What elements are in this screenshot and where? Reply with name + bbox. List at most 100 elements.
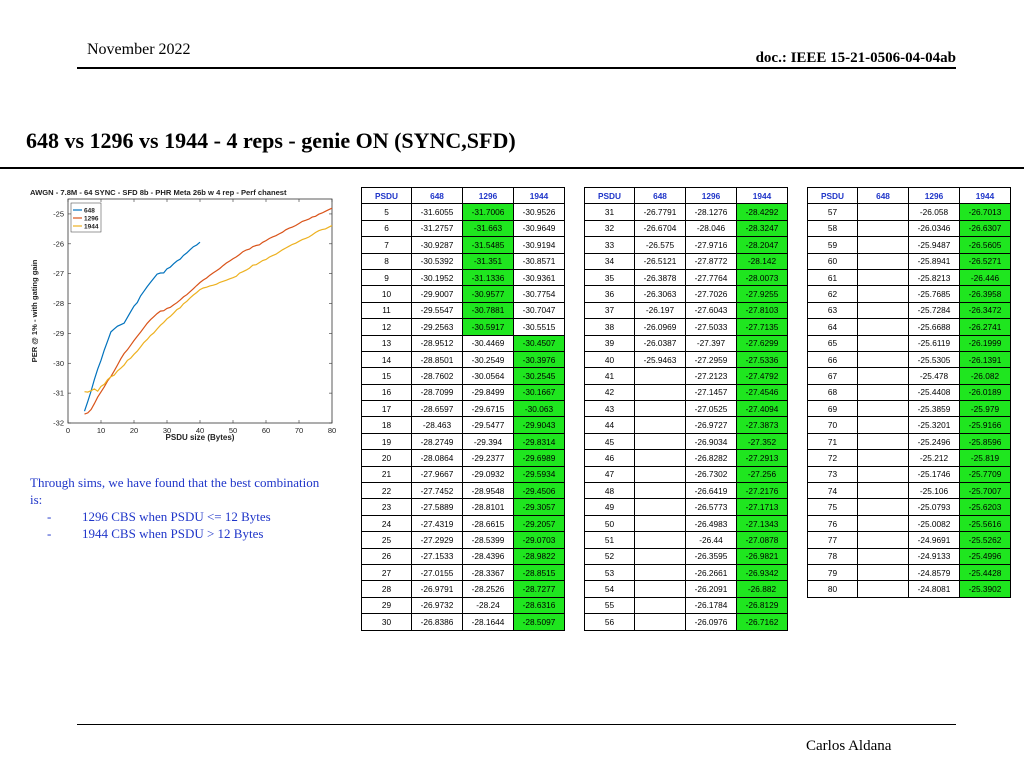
- note-list: -1296 CBS when PSDU <= 12 Bytes -1944 CB…: [30, 508, 320, 542]
- table-cell: -25.4996: [959, 547, 1011, 565]
- table-cell: -31.7006: [462, 203, 514, 221]
- table-header-cell: PSDU: [807, 186, 858, 205]
- x-axis-label: PSDU size (Bytes): [166, 433, 235, 442]
- table-row: 74 -25.106 -25.7007: [807, 482, 1011, 500]
- table-row: 24 -27.4319 -28.6615 -29.2057: [361, 514, 565, 533]
- table-cell: -25.0082: [908, 514, 960, 533]
- table-cell: -24.8579: [908, 563, 960, 582]
- table-cell: -29.5547: [411, 301, 463, 320]
- y-tick-label: -32: [53, 419, 64, 428]
- plot-frame: [67, 198, 333, 424]
- table-cell: -26.3063: [634, 285, 686, 303]
- table-cell: 65: [807, 334, 858, 352]
- table-cell: 50: [584, 514, 635, 533]
- table-row: 11 -29.5547 -30.7881 -30.7047: [361, 301, 565, 320]
- table-cell: -27.2913: [736, 449, 788, 467]
- table-cell: -30.9649: [513, 219, 565, 238]
- table-header-row: PSDU 648 1296 1944: [361, 186, 565, 205]
- table-cell: 24: [361, 514, 412, 533]
- table-cell: -30.5392: [411, 252, 463, 270]
- table-header-cell: 1944: [959, 186, 1011, 205]
- table-cell: [857, 531, 909, 549]
- table-cell: -26.9727: [685, 416, 737, 434]
- table-cell: -29.0703: [513, 531, 565, 549]
- table-cell: 61: [807, 268, 858, 287]
- table-cell: [634, 383, 686, 402]
- table-cell: -30.4507: [513, 334, 565, 352]
- table-row: 70 -25.3201 -25.9166: [807, 416, 1011, 434]
- table-cell: -28.4396: [462, 547, 514, 565]
- table-cell: -29.9043: [513, 416, 565, 434]
- table-cell: 69: [807, 400, 858, 418]
- table-cell: -27.4546: [736, 383, 788, 402]
- note-item-text: 1296 CBS when PSDU <= 12 Bytes: [82, 509, 271, 524]
- y-tick-label: -30: [53, 359, 64, 368]
- table-cell: 33: [584, 236, 635, 254]
- table-cell: -30.1667: [513, 383, 565, 402]
- table-cell: 62: [807, 285, 858, 303]
- table-row: 43 -27.0525 -27.4094: [584, 400, 788, 418]
- table-cell: -25.3902: [959, 580, 1011, 598]
- table-cell: -27.6043: [685, 301, 737, 320]
- table-row: 66 -25.5305 -26.1391: [807, 350, 1011, 369]
- table-cell: -29.3057: [513, 498, 565, 516]
- table-cell: -25.7007: [959, 482, 1011, 500]
- table-cell: -29.6989: [513, 449, 565, 467]
- table-cell: -28.0073: [736, 268, 788, 287]
- table-cell: 78: [807, 547, 858, 565]
- table-cell: -25.9166: [959, 416, 1011, 434]
- table-cell: [634, 367, 686, 385]
- legend-label: 1944: [84, 224, 99, 231]
- table-cell: -27.7026: [685, 285, 737, 303]
- table-cell: [634, 416, 686, 434]
- table-cell: -28.1276: [685, 203, 737, 221]
- table-cell: -27.4792: [736, 367, 788, 385]
- x-tick-label: 70: [295, 426, 303, 435]
- table-cell: -26.0189: [959, 383, 1011, 402]
- table-row: 39 -26.0387 -27.397 -27.6299: [584, 334, 788, 352]
- table-cell: -30.5515: [513, 318, 565, 336]
- table-cell: -28.7277: [513, 580, 565, 598]
- table-cell: -24.9133: [908, 547, 960, 565]
- per-chart-svg: AWGN - 7.8M - 64 SYNC - SFD 8b - PHR Met…: [30, 188, 336, 442]
- table-cell: [634, 580, 686, 598]
- table-cell: -29.0932: [462, 465, 514, 484]
- table-cell: [857, 383, 909, 402]
- table-cell: -26.9821: [736, 547, 788, 565]
- table-cell: -27.4094: [736, 400, 788, 418]
- table-cell: 54: [584, 580, 635, 598]
- table-cell: 27: [361, 563, 412, 582]
- table-cell: 49: [584, 498, 635, 516]
- table-cell: 53: [584, 563, 635, 582]
- table-header-row: PSDU 648 1296 1944: [807, 186, 1011, 205]
- table-row: 9 -30.1952 -31.1336 -30.9361: [361, 268, 565, 287]
- table-cell: -25.5305: [908, 350, 960, 369]
- table-cell: -30.2549: [462, 350, 514, 369]
- table-cell: 18: [361, 416, 412, 434]
- table-cell: -30.9287: [411, 236, 463, 254]
- title-divider: [0, 167, 1024, 169]
- table-cell: -30.4469: [462, 334, 514, 352]
- note-item-text: 1944 CBS when PSDU > 12 Bytes: [82, 526, 264, 541]
- table-cell: -31.1336: [462, 268, 514, 287]
- table-cell: -26.8129: [736, 596, 788, 615]
- table-row: 22 -27.7452 -28.9548 -29.4506: [361, 482, 565, 500]
- table-cell: -27.1343: [736, 514, 788, 533]
- table-cell: -26.882: [736, 580, 788, 598]
- y-tick-label: -26: [53, 239, 64, 248]
- table-row: 17 -28.6597 -29.6715 -30.063: [361, 400, 565, 418]
- table-cell: -27.9667: [411, 465, 463, 484]
- table-cell: 5: [361, 203, 412, 221]
- table-cell: [634, 531, 686, 549]
- table-cell: -26.575: [634, 236, 686, 254]
- table-row: 36 -26.3063 -27.7026 -27.9255: [584, 285, 788, 303]
- header-doc-id: doc.: IEEE 15-21-0506-04-04ab: [755, 50, 956, 66]
- table-row: 51 -26.44 -27.0878: [584, 531, 788, 549]
- per-table-2: PSDU 648 1296 1944 31 -26.7791 -28.1276 -28.429…: [584, 186, 788, 631]
- table-cell: 47: [584, 465, 635, 484]
- table-row: 7 -30.9287 -31.5485 -30.9194: [361, 236, 565, 254]
- table-cell: [857, 482, 909, 500]
- table-cell: -28.5399: [462, 531, 514, 549]
- table-cell: -27.5033: [685, 318, 737, 336]
- table-cell: -28.2749: [411, 432, 463, 451]
